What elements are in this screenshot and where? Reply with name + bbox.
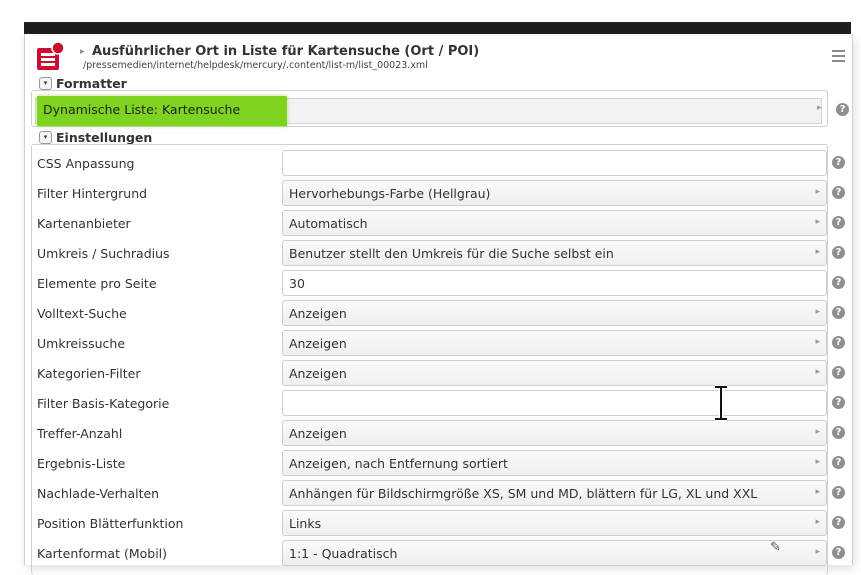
select-caret-icon: ▸ (815, 487, 820, 497)
setting-label: Filter Hintergrund (37, 186, 148, 201)
settings-row: Elemente pro Seite 30 ? (25, 268, 852, 298)
window-top-bar (24, 22, 851, 34)
help-icon[interactable]: ? (832, 306, 845, 319)
setting-value: 1:1 - Quadratisch (289, 546, 398, 561)
formatter-section-header[interactable]: ▾ Formatter (39, 76, 127, 91)
settings-row: Kartenformat (Mobil) 1:1 - Quadratisch ▸ … (25, 538, 852, 568)
help-icon[interactable]: ? (832, 186, 845, 199)
select-caret-icon: ▸ (815, 367, 820, 377)
setting-label: Ergebnis-Liste (37, 456, 126, 471)
setting-label: Volltext-Suche (37, 306, 127, 321)
setting-select[interactable]: Anzeigen ▸ (282, 330, 827, 356)
help-icon[interactable]: ? (832, 456, 845, 469)
setting-input[interactable] (282, 390, 827, 416)
setting-value: Anzeigen (289, 336, 347, 351)
setting-value: Anzeigen (289, 366, 347, 381)
setting-label: Kategorien-Filter (37, 366, 141, 381)
settings-row: Kategorien-Filter Anzeigen ▸ ? (25, 358, 852, 388)
setting-value: Anzeigen (289, 306, 347, 321)
setting-select[interactable]: Automatisch ▸ (282, 210, 827, 236)
setting-label: Filter Basis-Kategorie (37, 396, 170, 411)
settings-row: CSS Anpassung ? (25, 148, 852, 178)
select-caret-icon: ▸ (815, 307, 820, 317)
help-icon[interactable]: ? (832, 216, 845, 229)
setting-select[interactable]: 1:1 - Quadratisch ▸ (282, 540, 827, 566)
select-caret-icon: ▸ (815, 457, 820, 467)
settings-row: Position Blätterfunktion Links ▸ ? (25, 508, 852, 538)
settings-row: Nachlade-Verhalten Anhängen für Bildschi… (25, 478, 852, 508)
setting-value: 30 (289, 276, 305, 291)
help-icon[interactable]: ? (832, 276, 845, 289)
formatter-value: Dynamische Liste: Kartensuche (43, 102, 241, 117)
settings-toggle-icon[interactable]: ▾ (39, 131, 52, 144)
setting-value: Hervorhebungs-Farbe (Hellgrau) (289, 186, 491, 201)
menu-icon[interactable] (832, 50, 845, 65)
setting-label: Elemente pro Seite (37, 276, 157, 291)
setting-select[interactable]: Anzeigen ▸ (282, 300, 827, 326)
setting-select[interactable]: Benutzer stellt den Umkreis für die Such… (282, 240, 827, 266)
settings-row: Filter Hintergrund Hervorhebungs-Farbe (… (25, 178, 852, 208)
settings-row: Treffer-Anzahl Anzeigen ▸ ? (25, 418, 852, 448)
setting-select[interactable]: Anzeigen, nach Entfernung sortiert ▸ (282, 450, 827, 476)
setting-select[interactable]: Anhängen für Bildschirmgröße XS, SM und … (282, 480, 827, 506)
select-caret-icon: ▸ (815, 217, 820, 227)
select-caret-icon: ▸ (815, 247, 820, 257)
editor-frame: ▸ Ausführlicher Ort in Liste für Kartens… (24, 34, 853, 575)
element-title: Ausführlicher Ort in Liste für Kartensuc… (92, 44, 480, 59)
setting-select[interactable]: Hervorhebungs-Farbe (Hellgrau) ▸ (282, 180, 827, 206)
formatter-toggle-icon[interactable]: ▾ (39, 77, 52, 90)
setting-input[interactable]: 30 (282, 270, 827, 296)
help-icon[interactable]: ? (832, 246, 845, 259)
text-cursor-icon (715, 385, 727, 421)
formatter-caret-icon[interactable]: ▸ (817, 103, 822, 113)
select-caret-icon: ▸ (815, 427, 820, 437)
setting-label: CSS Anpassung (37, 156, 135, 171)
setting-select[interactable]: Anzeigen ▸ (282, 420, 827, 446)
setting-label: Position Blätterfunktion (37, 516, 184, 531)
setting-label: Treffer-Anzahl (37, 426, 123, 441)
settings-row: Volltext-Suche Anzeigen ▸ ? (25, 298, 852, 328)
select-caret-icon: ▸ (815, 187, 820, 197)
setting-label: Umkreissuche (37, 336, 126, 351)
setting-value: Links (289, 516, 322, 531)
formatter-section-label: Formatter (56, 76, 127, 91)
help-icon[interactable]: ? (832, 486, 845, 499)
help-icon[interactable]: ? (832, 156, 845, 169)
element-path: /pressemedien/internet/helpdesk/mercury/… (83, 60, 428, 71)
setting-select[interactable]: Anzeigen ▸ (282, 360, 827, 386)
help-icon[interactable]: ? (832, 396, 845, 409)
setting-value: Automatisch (289, 216, 368, 231)
help-icon[interactable]: ? (832, 546, 845, 559)
element-header: ▸ Ausführlicher Ort in Liste für Kartens… (35, 40, 845, 74)
settings-row: Kartenanbieter Automatisch ▸ ? (25, 208, 852, 238)
setting-value: Anzeigen, nach Entfernung sortiert (289, 456, 508, 471)
select-caret-icon: ▸ (815, 337, 820, 347)
settings-row: Ergebnis-Liste Anzeigen, nach Entfernung… (25, 448, 852, 478)
setting-label: Nachlade-Verhalten (37, 486, 160, 501)
pencil-icon: ✎ (770, 540, 781, 555)
setting-value: Anhängen für Bildschirmgröße XS, SM und … (289, 486, 758, 501)
settings-section-label: Einstellungen (56, 130, 153, 145)
formatter-help-icon[interactable]: ? (836, 103, 849, 116)
help-icon[interactable]: ? (832, 516, 845, 529)
setting-label: Kartenformat (Mobil) (37, 546, 168, 561)
select-caret-icon: ▸ (815, 547, 820, 557)
help-icon[interactable]: ? (832, 336, 845, 349)
select-caret-icon: ▸ (815, 517, 820, 527)
setting-label: Kartenanbieter (37, 216, 131, 231)
setting-input[interactable] (282, 150, 827, 176)
setting-value: Benutzer stellt den Umkreis für die Such… (289, 246, 614, 261)
settings-section-header[interactable]: ▾ Einstellungen (39, 130, 152, 145)
settings-row: Umkreis / Suchradius Benutzer stellt den… (25, 238, 852, 268)
setting-select[interactable]: Links ▸ (282, 510, 827, 536)
help-icon[interactable]: ? (832, 366, 845, 379)
list-type-icon (37, 41, 65, 70)
setting-label: Umkreis / Suchradius (37, 246, 170, 261)
header-expand-icon[interactable]: ▸ (80, 47, 85, 57)
setting-value: Anzeigen (289, 426, 347, 441)
help-icon[interactable]: ? (832, 426, 845, 439)
settings-row: Umkreissuche Anzeigen ▸ ? (25, 328, 852, 358)
